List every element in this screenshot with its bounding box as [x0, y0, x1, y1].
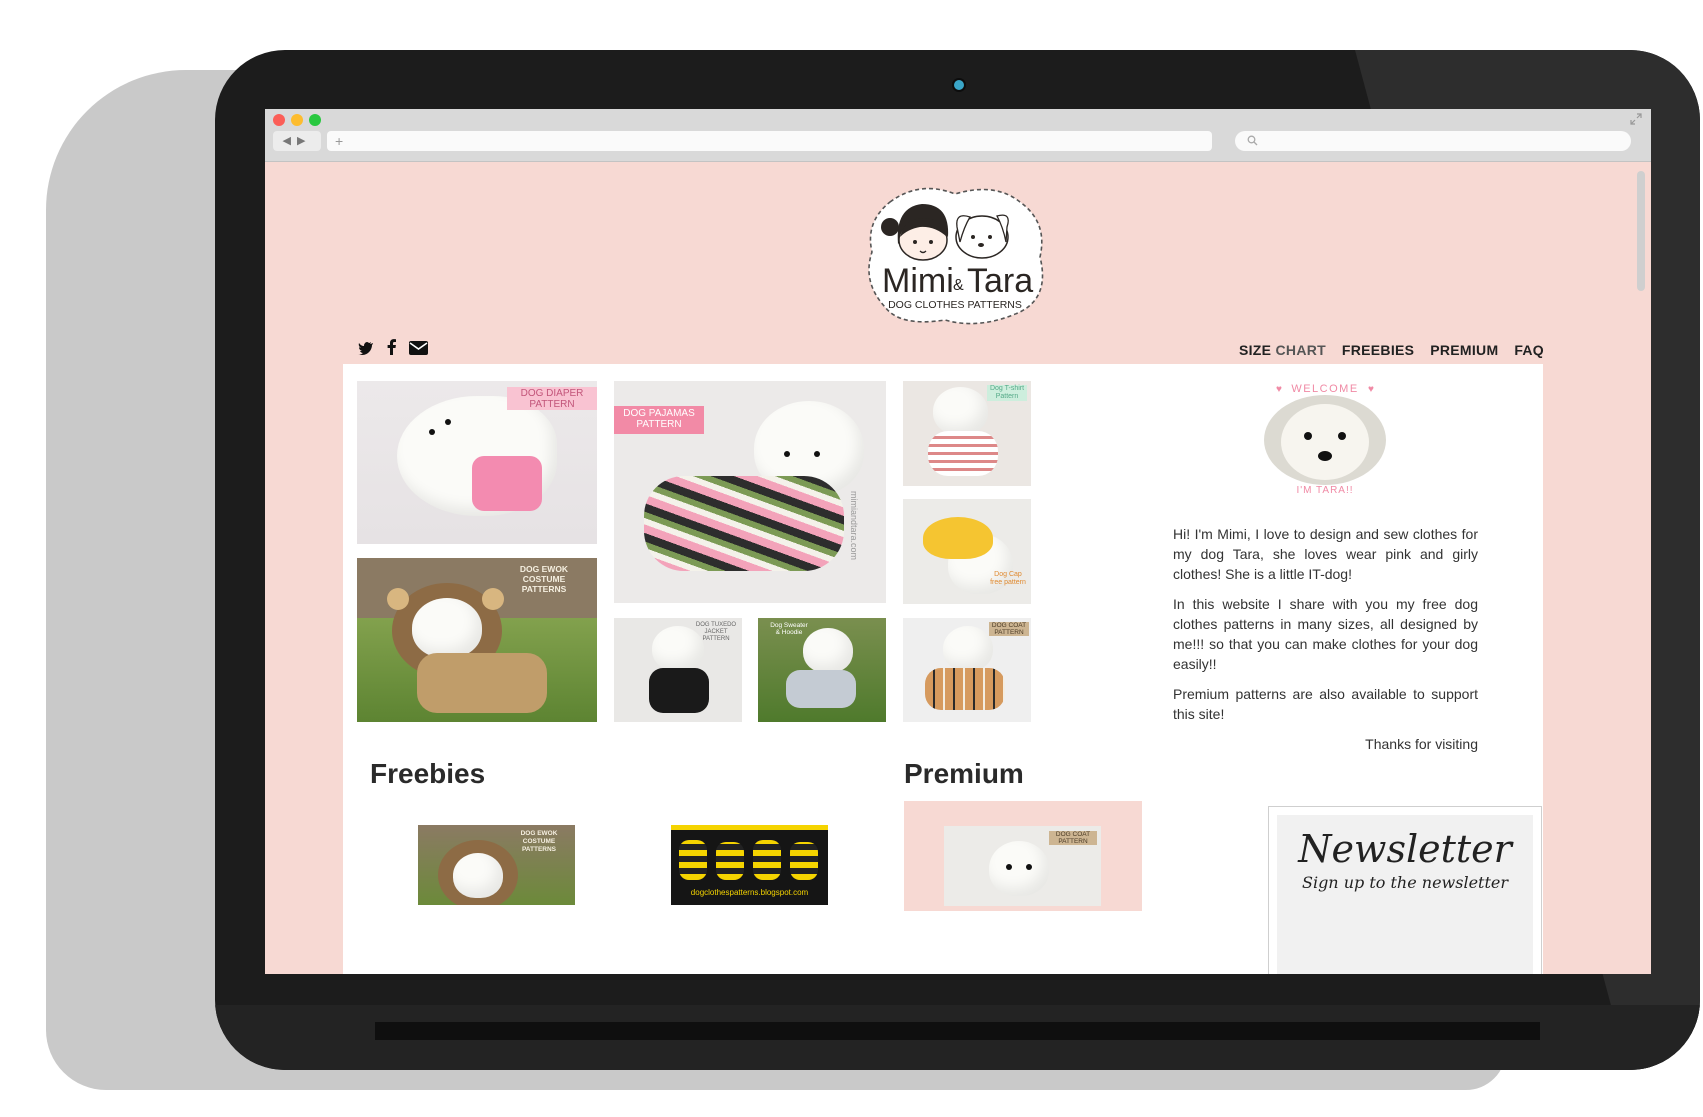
logo-text-tara: Tara [967, 262, 1033, 300]
main-content: DOG DIAPER PATTERN DOG PAJAMAS PATTERN m… [343, 364, 1543, 974]
newsletter-box[interactable]: Newsletter Sign up to the newsletter [1268, 806, 1542, 974]
expand-icon[interactable] [1630, 113, 1642, 125]
ewok-pattern-photo[interactable]: DOG EWOK COSTUME PATTERNS [357, 558, 597, 722]
plaid-coat [925, 668, 1005, 710]
dog-figure [453, 853, 503, 898]
dog-figure [412, 598, 482, 658]
search-icon [1247, 135, 1258, 146]
scrollbar[interactable] [1635, 165, 1647, 970]
freebie-bee-thumbnail[interactable]: dogclothespatterns.blogspot.com [671, 825, 828, 905]
about-text: Hi! I'm Mimi, I love to design and sew c… [1173, 524, 1478, 764]
pink-diaper [472, 456, 542, 511]
twitter-icon[interactable] [358, 341, 374, 355]
laptop-hinge [375, 1022, 1540, 1040]
bee-costume [679, 840, 707, 880]
pajamas-pattern-photo[interactable]: DOG PAJAMAS PATTERN mimiandtara.com [614, 381, 886, 603]
pajamas-tag: DOG PAJAMAS PATTERN [614, 406, 704, 434]
facebook-icon[interactable] [387, 339, 397, 355]
ewok-cloak [417, 653, 547, 713]
scrollbar-thumb[interactable] [1637, 171, 1645, 291]
diaper-pattern-photo[interactable]: DOG DIAPER PATTERN [357, 381, 597, 544]
freebie-tag: DOG EWOK COSTUME PATTERNS [520, 830, 558, 853]
premium-coat-thumbnail[interactable]: DOG COAT PATTERN [944, 826, 1101, 906]
nav-arrows[interactable]: ◀▶ [273, 131, 321, 151]
logo-subtitle: DOG CLOTHES PATTERNS [888, 299, 1022, 311]
premium-item-card[interactable]: DOG COAT PATTERN [904, 801, 1142, 911]
browser-search-field[interactable] [1235, 131, 1631, 151]
maximize-window-button[interactable] [309, 114, 321, 126]
im-tara-label: I'M TARA!! [1296, 485, 1353, 496]
diaper-tag: DOG DIAPER PATTERN [507, 387, 597, 410]
logo-text-amp: & [953, 277, 964, 294]
small-tag: DOG TUXEDO JACKET PATTERN [695, 622, 737, 642]
about-paragraph-2: In this website I share with you my free… [1173, 596, 1478, 672]
grey-sweater [786, 670, 856, 708]
premium-heading: Premium [904, 758, 1024, 789]
sweater-pattern-photo[interactable]: Dog Sweater & Hoodie [758, 618, 886, 722]
thanks-text: Thanks for visiting [1365, 736, 1478, 752]
back-icon[interactable]: ◀ [283, 135, 297, 147]
dog-figure [933, 387, 988, 435]
address-bar[interactable]: + [327, 131, 1212, 151]
yellow-cap [923, 517, 993, 559]
welcome-badge: WELCOME ♥ ♥ I'M TARA!! [1264, 383, 1386, 496]
webcam-icon [954, 80, 964, 90]
freebie-caption: dogclothespatterns.blogspot.com [690, 888, 809, 897]
about-paragraph-1: Hi! I'm Mimi, I love to design and sew c… [1173, 526, 1478, 582]
about-paragraph-3: Premium patterns are also available to s… [1173, 686, 1478, 722]
watermark: mimiandtara.com [849, 491, 859, 561]
tuxedo-pattern-photo[interactable]: DOG TUXEDO JACKET PATTERN [614, 618, 742, 722]
small-tag: Dog T-shirt Pattern [987, 385, 1027, 401]
bee-costume [790, 842, 818, 880]
forward-icon[interactable]: ▶ [297, 135, 311, 147]
freebies-heading: Freebies [370, 758, 486, 789]
small-tag: DOG COAT PATTERN [989, 622, 1029, 636]
tuxedo-jacket [649, 668, 709, 713]
small-tag: Dog Cap free pattern [990, 571, 1026, 586]
freebie-ewok-thumbnail[interactable]: DOG EWOK COSTUME PATTERNS [418, 825, 575, 905]
main-nav: SIZE CHART FREEBIES PREMIUM FAQ [1227, 342, 1544, 358]
logo-text-mimi: Mimi [882, 262, 954, 300]
browser-window: ◀▶ + Mimi & Tara DOG CLOTHES PATTERNS SI… [265, 109, 1651, 974]
heart-icon: ♥ [1368, 384, 1374, 395]
tshirt-pattern-photo[interactable]: Dog T-shirt Pattern [903, 381, 1031, 486]
nav-premium[interactable]: PREMIUM [1430, 342, 1498, 358]
site-logo[interactable]: Mimi & Tara DOG CLOTHES PATTERNS [860, 182, 1050, 327]
minimize-window-button[interactable] [291, 114, 303, 126]
mail-icon[interactable] [409, 341, 429, 355]
newsletter-subtitle: Sign up to the newsletter [1301, 873, 1509, 892]
dog-figure [943, 626, 993, 671]
ewok-tag: DOG EWOK COSTUME PATTERNS [519, 564, 569, 594]
striped-pajamas [644, 476, 844, 571]
ewok-ear [387, 588, 409, 610]
social-links [358, 339, 429, 360]
newsletter-title: Newsletter [1298, 827, 1512, 871]
close-window-button[interactable] [273, 114, 285, 126]
newsletter-inner: Newsletter Sign up to the newsletter [1277, 815, 1533, 974]
bee-costume [753, 840, 781, 880]
dog-figure [989, 841, 1049, 896]
premium-tag: DOG COAT PATTERN [1049, 831, 1097, 845]
nav-size-chart[interactable]: SIZE CHART [1239, 342, 1326, 358]
browser-toolbar: ◀▶ + [265, 109, 1651, 162]
striped-shirt [928, 431, 998, 476]
nav-faq[interactable]: FAQ [1514, 342, 1544, 358]
coat-pattern-photo[interactable]: DOG COAT PATTERN [903, 618, 1031, 722]
small-tag: Dog Sweater & Hoodie [770, 622, 808, 636]
nav-freebies[interactable]: FREEBIES [1342, 342, 1414, 358]
welcome-label: WELCOME [1291, 383, 1358, 395]
heart-icon: ♥ [1276, 384, 1282, 395]
bee-costume [716, 842, 744, 880]
cap-pattern-photo[interactable]: Dog Cap free pattern [903, 499, 1031, 604]
